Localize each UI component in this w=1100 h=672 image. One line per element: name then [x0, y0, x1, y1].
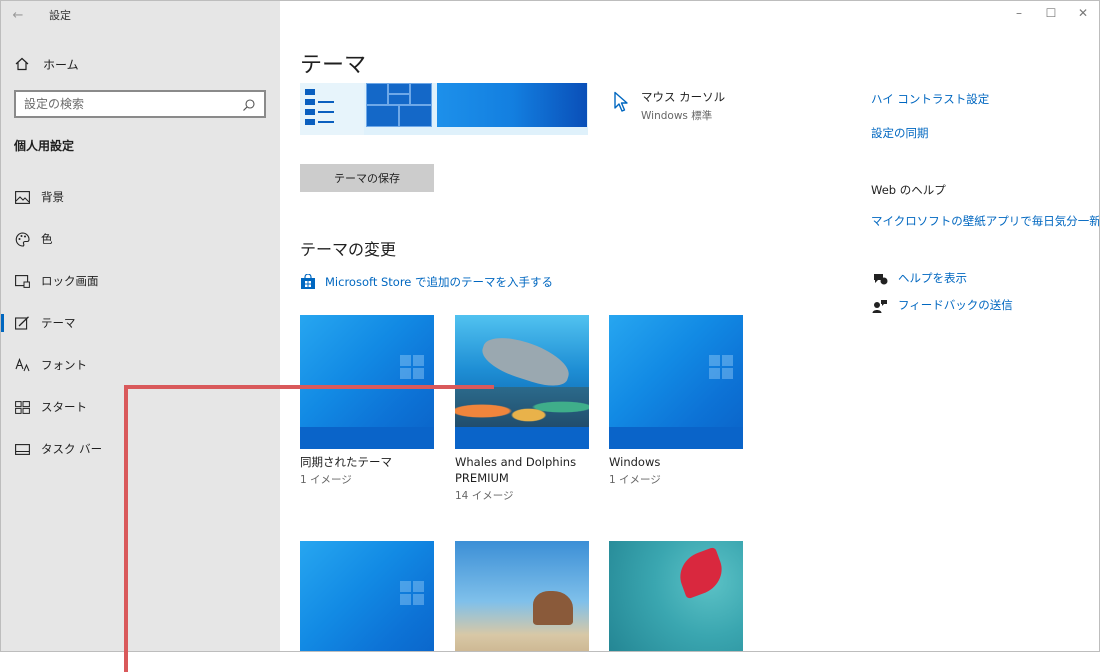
- sidebar-item-lock-screen[interactable]: ロック画面: [1, 260, 280, 302]
- section-title: 個人用設定: [14, 139, 75, 153]
- sidebar-item-label: ロック画面: [41, 274, 99, 288]
- sidebar-item-label: タスク バー: [41, 442, 103, 456]
- theme-card-whales-dolphins[interactable]: Whales and Dolphins PREMIUM 14 イメージ: [455, 315, 589, 503]
- title-bar: ← 設定: [1, 1, 280, 29]
- high-contrast-link[interactable]: ハイ コントラスト設定: [871, 91, 989, 107]
- home-icon: [13, 55, 31, 73]
- theme-name: Windows: [609, 455, 661, 469]
- feedback-person-icon: [871, 298, 889, 314]
- get-help-text: ヘルプを表示: [898, 271, 967, 285]
- page-title: テーマ: [300, 53, 367, 78]
- annotation-line-vertical: [124, 385, 128, 672]
- change-theme-heading: テーマの変更: [300, 240, 397, 259]
- mouse-cursor-icon: [613, 91, 633, 115]
- search-box[interactable]: [14, 90, 266, 118]
- sidebar-item-label: 色: [41, 232, 53, 246]
- theme-image-count: 1 イメージ: [300, 474, 352, 486]
- preview-tiles: [366, 83, 432, 127]
- theme-name: 同期されたテーマ: [300, 455, 392, 469]
- save-theme-button[interactable]: テーマの保存: [300, 164, 434, 192]
- feedback-link[interactable]: フィードバックの送信: [871, 297, 1013, 314]
- font-icon: [13, 356, 31, 374]
- feedback-text: フィードバックの送信: [898, 298, 1013, 312]
- search-icon[interactable]: [242, 97, 256, 111]
- theme-preview: [300, 83, 588, 135]
- theme-thumbnail: [300, 541, 434, 651]
- sidebar-item-font[interactable]: フォント: [1, 344, 280, 386]
- theme-card-flowers[interactable]: [609, 541, 743, 651]
- cursor-value: Windows 標準: [641, 110, 713, 122]
- theme-thumbnail: [455, 541, 589, 651]
- sidebar-item-color[interactable]: 色: [1, 218, 280, 260]
- app-title: 設定: [49, 9, 71, 22]
- lock-screen-icon: [13, 272, 31, 290]
- preview-start-menu: [300, 83, 364, 135]
- sync-settings-link[interactable]: 設定の同期: [871, 125, 929, 141]
- settings-window: ← 設定 ホーム 個人用設定 背景: [0, 0, 1100, 652]
- annotation-line-horizontal: [124, 385, 494, 389]
- home-label: ホーム: [43, 57, 79, 72]
- store-bag-icon: [300, 273, 316, 290]
- web-help-heading: Web のヘルプ: [871, 183, 946, 197]
- image-icon: [13, 188, 31, 206]
- theme-image-count: 1 イメージ: [609, 474, 661, 486]
- wallpaper-app-link[interactable]: マイクロソフトの壁紙アプリで毎日気分一新: [871, 213, 1099, 229]
- main-content: テーマ マウス カーソル Windows 標準 テーマの保存 テーマの変更 Mi…: [280, 1, 1099, 651]
- search-input[interactable]: [24, 97, 242, 111]
- start-icon: [13, 398, 31, 416]
- palette-icon: [13, 230, 31, 248]
- sidebar-item-label: 背景: [41, 190, 64, 204]
- preview-wallpaper: [437, 83, 587, 127]
- theme-card-coast[interactable]: [455, 541, 589, 651]
- theme-thumbnail: [609, 541, 743, 651]
- mouse-cursor-setting[interactable]: マウス カーソル Windows 標準: [613, 89, 725, 123]
- help-chat-icon: [871, 271, 889, 287]
- sidebar-item-start[interactable]: スタート: [1, 386, 280, 428]
- cursor-title: マウス カーソル: [641, 90, 726, 104]
- store-link[interactable]: Microsoft Store で追加のテーマを入手する: [300, 273, 554, 290]
- sidebar-nav: 背景 色 ロック画面 テーマ フォント スタート タスク バー: [1, 176, 280, 470]
- theme-thumbnail: [300, 315, 434, 449]
- theme-thumbnail: [455, 315, 589, 449]
- taskbar-icon: [13, 440, 31, 458]
- store-link-text: Microsoft Store で追加のテーマを入手する: [325, 275, 554, 289]
- theme-thumbnail: [609, 315, 743, 449]
- sidebar-item-label: スタート: [41, 400, 87, 414]
- back-arrow-icon[interactable]: ←: [1, 1, 35, 29]
- sidebar-item-label: フォント: [41, 358, 87, 372]
- theme-card-synced[interactable]: 同期されたテーマ 1 イメージ: [300, 315, 434, 487]
- theme-brush-icon: [13, 314, 31, 332]
- sidebar: ← 設定 ホーム 個人用設定 背景: [1, 1, 280, 651]
- theme-card-windows[interactable]: Windows 1 イメージ: [609, 315, 743, 487]
- home-nav-item[interactable]: ホーム: [13, 52, 79, 76]
- get-help-link[interactable]: ヘルプを表示: [871, 270, 967, 287]
- sidebar-item-background[interactable]: 背景: [1, 176, 280, 218]
- theme-image-count: 14 イメージ: [455, 490, 514, 502]
- sidebar-item-theme[interactable]: テーマ: [1, 302, 280, 344]
- sidebar-item-taskbar[interactable]: タスク バー: [1, 428, 280, 470]
- theme-name: Whales and Dolphins PREMIUM: [455, 455, 577, 485]
- sidebar-item-label: テーマ: [41, 316, 76, 330]
- theme-card-windows-light[interactable]: [300, 541, 434, 651]
